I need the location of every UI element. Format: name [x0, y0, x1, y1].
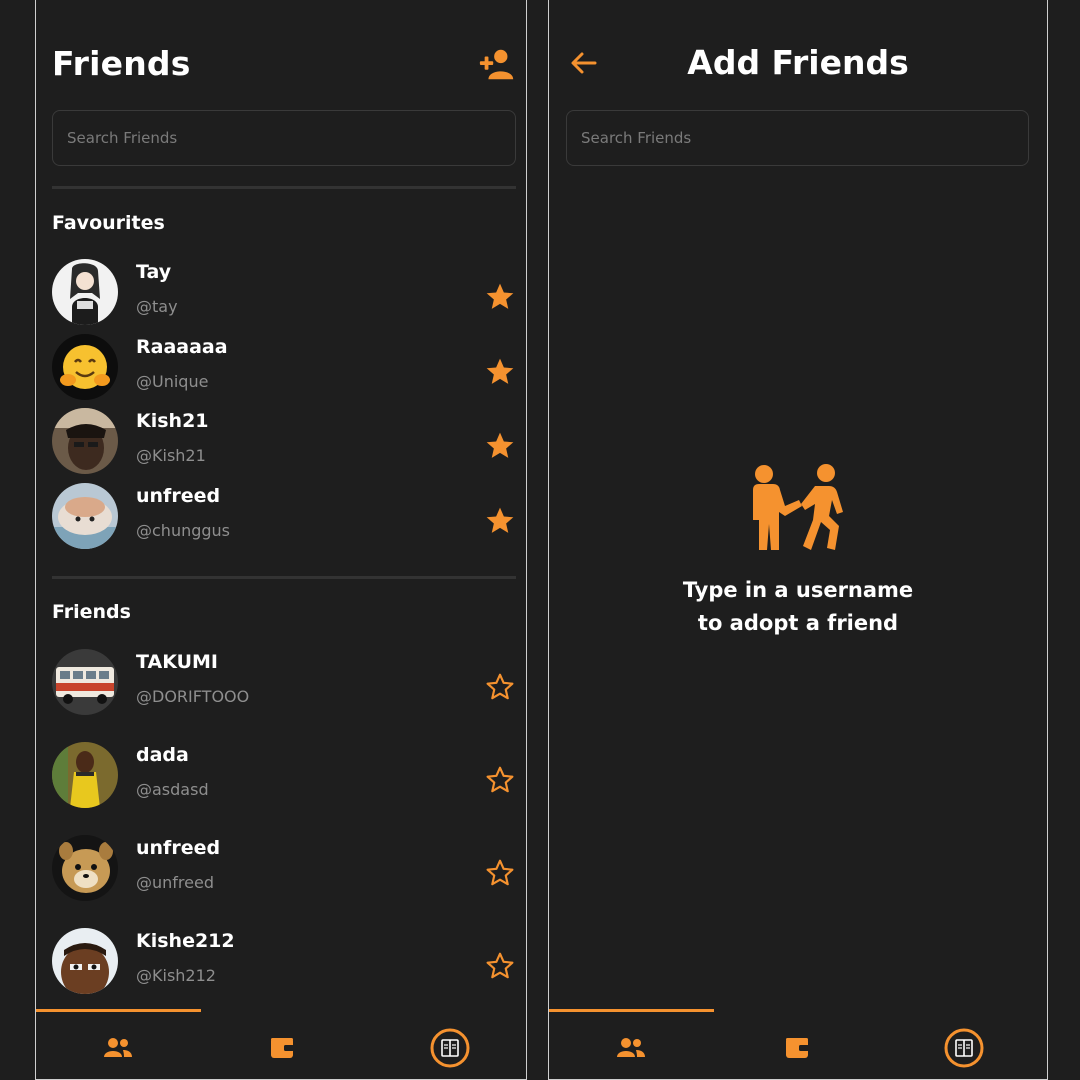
page-title: Add Friends — [687, 43, 909, 82]
nav-book-button[interactable] — [428, 1026, 472, 1070]
wallet-icon — [786, 1038, 809, 1058]
star-filled-icon[interactable] — [484, 356, 516, 388]
search-input[interactable] — [53, 111, 515, 165]
section-title-friends: Friends — [52, 601, 131, 623]
search-input[interactable] — [567, 111, 1028, 165]
people-icon — [104, 1038, 132, 1057]
friend-name: TAKUMI — [136, 651, 218, 673]
people-walking-icon — [753, 464, 843, 550]
book-icon — [944, 1028, 984, 1068]
nav-book-button[interactable] — [942, 1026, 986, 1070]
star-outline-icon[interactable] — [484, 857, 516, 889]
search-box[interactable] — [52, 110, 516, 166]
star-filled-icon[interactable] — [484, 505, 516, 537]
nav-friends-button[interactable] — [609, 1026, 653, 1070]
star-outline-icon[interactable] — [484, 764, 516, 796]
friends-screen: Friends Favourites Tay @tay — [35, 0, 527, 1080]
friend-row[interactable]: unfreed @unfreed — [52, 835, 516, 903]
nav-wallet-button[interactable] — [260, 1026, 304, 1070]
avatar — [52, 334, 118, 400]
friend-row[interactable]: dada @asdasd — [52, 742, 516, 810]
avatar — [52, 742, 118, 808]
friend-handle: @unfreed — [136, 873, 214, 892]
empty-state-line: Type in a username — [682, 578, 914, 602]
friend-handle: @Kish212 — [136, 966, 216, 985]
avatar — [52, 483, 118, 549]
divider — [52, 186, 516, 189]
empty-state-message: Type in a username to adopt a friend — [549, 574, 1047, 640]
person-add-icon[interactable] — [478, 46, 516, 84]
wallet-icon — [271, 1038, 294, 1058]
star-outline-icon[interactable] — [484, 671, 516, 703]
star-filled-icon[interactable] — [484, 430, 516, 462]
bottom-nav — [549, 1012, 1047, 1079]
friend-handle: @DORIFTOOO — [136, 687, 250, 706]
friend-name: dada — [136, 744, 189, 766]
friend-name: unfreed — [136, 485, 221, 507]
search-box[interactable] — [566, 110, 1029, 166]
star-outline-icon[interactable] — [484, 950, 516, 982]
friend-name: Kish21 — [136, 410, 209, 432]
avatar — [52, 928, 118, 994]
favourite-row[interactable]: Kish21 @Kish21 — [52, 408, 516, 476]
favourite-row[interactable]: unfreed @chunggus — [52, 483, 516, 551]
book-icon — [430, 1028, 470, 1068]
friend-handle: @tay — [136, 297, 178, 316]
star-filled-icon[interactable] — [484, 281, 516, 313]
add-friends-screen: Add Friends Type in a username to adopt … — [548, 0, 1048, 1080]
friend-handle: @Kish21 — [136, 446, 206, 465]
friend-row[interactable]: Kishe212 @Kish212 — [52, 928, 516, 996]
nav-wallet-button[interactable] — [775, 1026, 819, 1070]
friend-name: unfreed — [136, 837, 221, 859]
avatar — [52, 649, 118, 715]
friend-handle: @Unique — [136, 372, 209, 391]
avatar — [52, 835, 118, 901]
friend-row[interactable]: TAKUMI @DORIFTOOO — [52, 649, 516, 717]
bottom-nav — [36, 1012, 526, 1079]
empty-state-line: to adopt a friend — [697, 611, 899, 635]
friend-handle: @asdasd — [136, 780, 209, 799]
favourite-row[interactable]: Raaaaaa @Unique — [52, 334, 516, 402]
friend-name: Raaaaaa — [136, 336, 228, 358]
friend-handle: @chunggus — [136, 521, 231, 540]
friend-name: Kishe212 — [136, 930, 235, 952]
avatar — [52, 259, 118, 325]
section-title-favourites: Favourites — [52, 212, 165, 234]
avatar — [52, 408, 118, 474]
nav-friends-button[interactable] — [96, 1026, 140, 1070]
friend-name: Tay — [136, 261, 172, 283]
page-title: Friends — [52, 44, 191, 83]
divider — [52, 576, 516, 579]
people-icon — [617, 1038, 645, 1057]
favourite-row[interactable]: Tay @tay — [52, 259, 516, 327]
